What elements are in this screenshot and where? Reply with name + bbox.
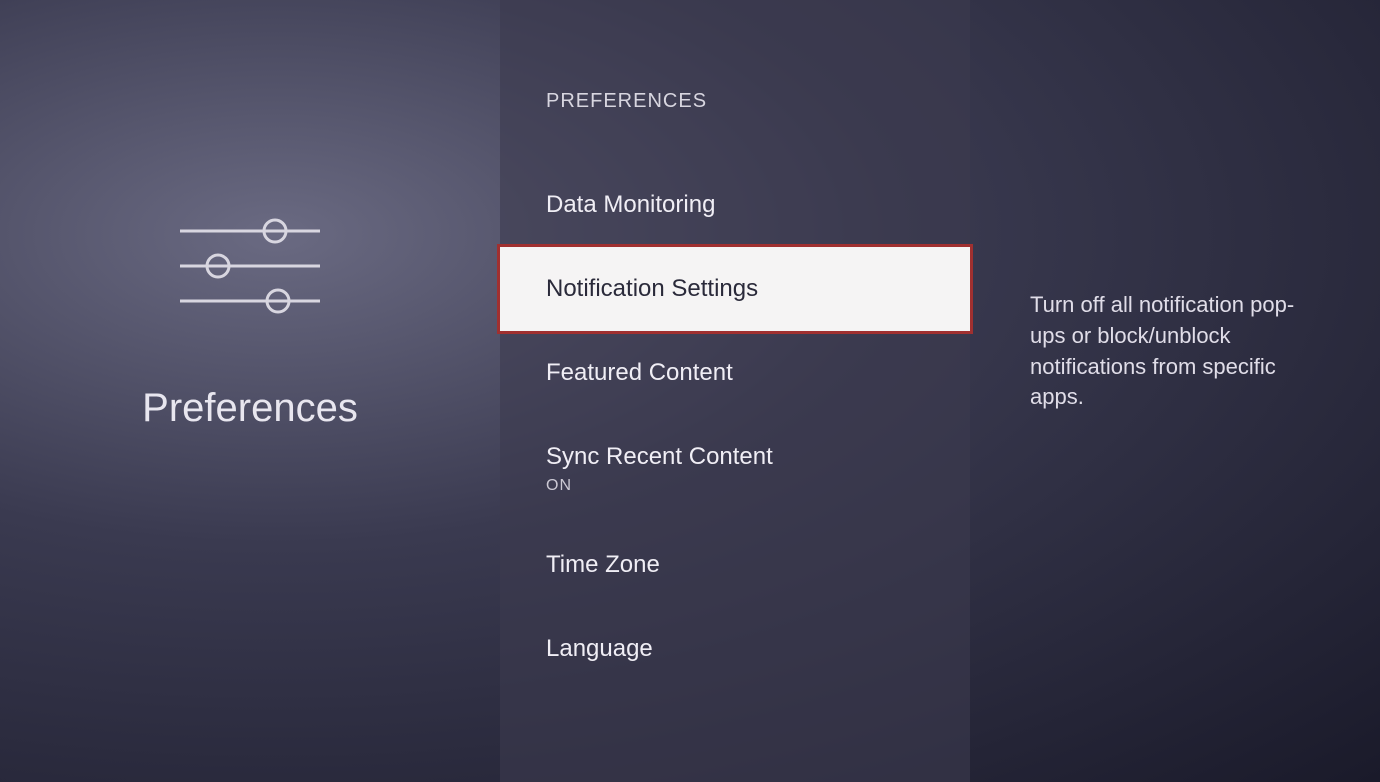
item-description: Turn off all notification pop-ups or blo… — [1030, 290, 1320, 413]
description-panel: Turn off all notification pop-ups or blo… — [970, 0, 1380, 782]
menu-item-value: ON — [546, 477, 924, 495]
menu-item-label: Featured Content — [546, 359, 924, 387]
menu-item-label: Sync Recent Content — [546, 443, 924, 471]
menu-item-notification-settings[interactable]: Notification Settings — [497, 244, 973, 334]
menu-item-data-monitoring[interactable]: Data Monitoring — [500, 163, 970, 247]
menu-item-label: Notification Settings — [546, 275, 924, 303]
menu-item-language[interactable]: Language — [500, 607, 970, 691]
page-title: Preferences — [142, 386, 358, 431]
menu-item-label: Language — [546, 635, 924, 663]
menu-item-time-zone[interactable]: Time Zone — [500, 523, 970, 607]
menu-panel: PREFERENCES Data Monitoring Notification… — [500, 0, 970, 782]
menu-item-label: Time Zone — [546, 551, 924, 579]
menu-item-label: Data Monitoring — [546, 191, 924, 219]
menu-item-featured-content[interactable]: Featured Content — [500, 331, 970, 415]
sliders-icon — [170, 211, 330, 326]
left-panel: Preferences — [0, 0, 500, 782]
section-header: PREFERENCES — [500, 90, 970, 163]
menu-item-sync-recent-content[interactable]: Sync Recent Content ON — [500, 415, 970, 523]
